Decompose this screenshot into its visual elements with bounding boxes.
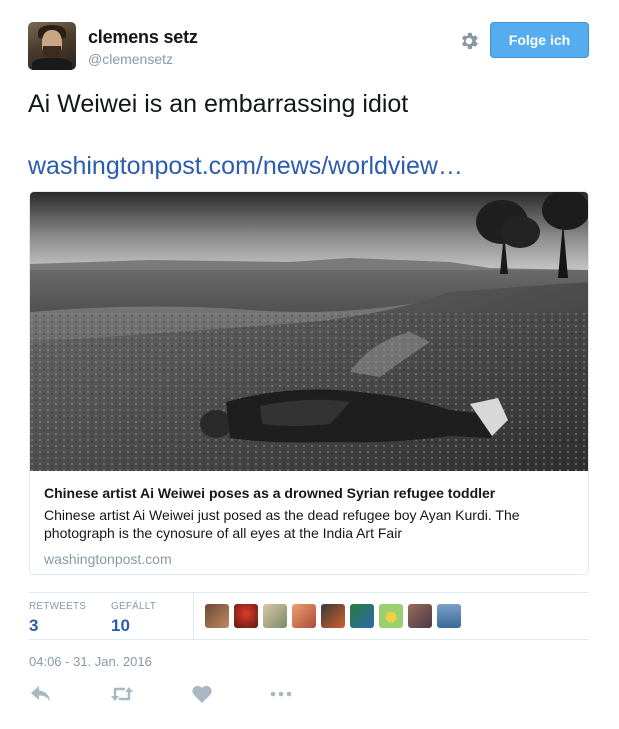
card-body: Chinese artist Ai Weiwei poses as a drow…	[44, 484, 574, 568]
reply-icon[interactable]	[29, 684, 53, 704]
tweet-link[interactable]: washingtonpost.com/news/worldview…	[28, 150, 463, 182]
likes-count: 10	[111, 616, 130, 635]
liker-avatar[interactable]	[379, 604, 403, 628]
liker-avatar[interactable]	[205, 604, 229, 628]
avatar-shirt	[32, 58, 72, 70]
retweets-label: RETWEETS	[29, 601, 87, 612]
retweets-stat[interactable]: RETWEETS 3	[29, 601, 86, 636]
liker-avatar[interactable]	[408, 604, 432, 628]
likes-label: GEFÄLLT	[111, 601, 157, 612]
gear-icon[interactable]	[458, 30, 480, 52]
stats-separator	[193, 593, 194, 639]
author-name[interactable]: clemens setz	[88, 27, 198, 48]
liker-avatar[interactable]	[437, 604, 461, 628]
retweets-count: 3	[29, 616, 39, 635]
like-icon[interactable]	[190, 684, 214, 704]
author-avatar[interactable]	[28, 22, 76, 70]
card-image[interactable]	[30, 192, 588, 471]
liker-avatar[interactable]	[321, 604, 345, 628]
author-handle[interactable]: @clemensetz	[88, 51, 173, 67]
card-domain: washingtonpost.com	[44, 551, 172, 567]
liker-avatar[interactable]	[350, 604, 374, 628]
tweet-stats: RETWEETS 3 GEFÄLLT 10	[29, 593, 589, 639]
card-description: Chinese artist Ai Weiwei just posed as t…	[44, 507, 520, 541]
liker-avatar[interactable]	[234, 604, 258, 628]
tweet-text: Ai Weiwei is an embarrassing idiot	[28, 90, 409, 118]
stats-bottom-divider	[29, 639, 589, 640]
tweet-timestamp[interactable]: 04:06 - 31. Jan. 2016	[29, 654, 152, 669]
tweet-header: clemens setz @clemensetz Folge ich	[28, 22, 590, 72]
liker-avatar[interactable]	[292, 604, 316, 628]
likes-stat[interactable]: GEFÄLLT 10	[111, 601, 156, 636]
link-card[interactable]: Chinese artist Ai Weiwei poses as a drow…	[29, 191, 589, 575]
more-icon[interactable]	[269, 684, 293, 704]
avatar-beard	[43, 46, 61, 58]
retweet-icon[interactable]	[109, 684, 135, 704]
follow-button[interactable]: Folge ich	[490, 22, 589, 58]
tweet-actions	[29, 684, 329, 708]
liker-avatar[interactable]	[263, 604, 287, 628]
card-title[interactable]: Chinese artist Ai Weiwei poses as a drow…	[44, 484, 574, 502]
